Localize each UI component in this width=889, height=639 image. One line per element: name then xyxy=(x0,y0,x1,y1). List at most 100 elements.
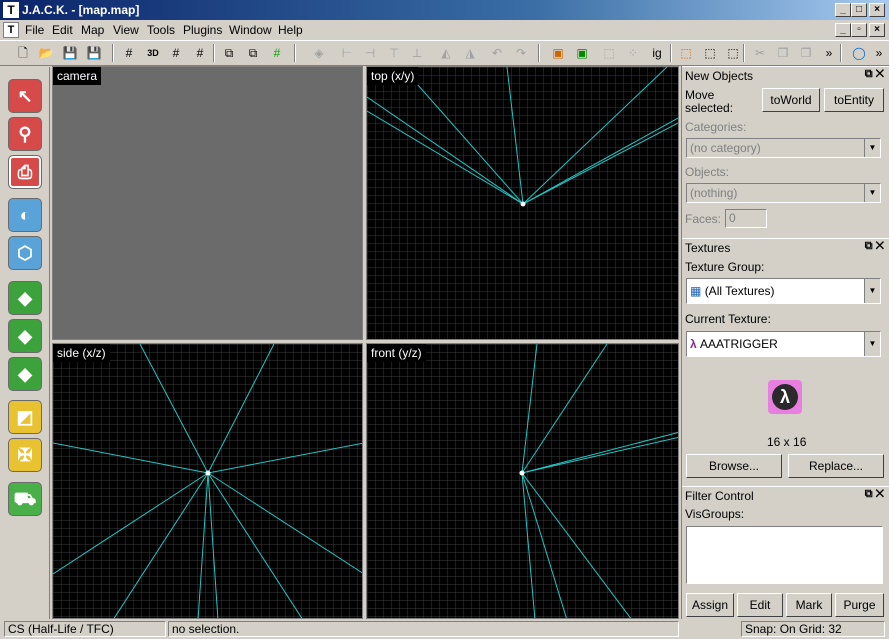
status-bar: CS (Half-Life / TFC) no selection. Snap:… xyxy=(0,619,889,639)
entity-tool-icon[interactable]: ◐ xyxy=(8,198,42,232)
align-right-icon: ⊣ xyxy=(364,46,376,60)
camera-viewport[interactable]: camera xyxy=(52,66,363,340)
current-texture-select[interactable]: λ AAATRIGGER ▼ xyxy=(686,331,881,357)
brush-dashed-icon[interactable]: ⬚ xyxy=(701,44,719,62)
visgroups-list[interactable] xyxy=(686,526,883,584)
chevron-down-icon[interactable]: ▼ xyxy=(864,279,880,303)
group-icon[interactable]: ⧉ xyxy=(220,44,238,62)
faces-stepper: 0 xyxy=(725,209,767,228)
document-icon[interactable]: T xyxy=(3,22,19,38)
menu-map[interactable]: Map xyxy=(81,23,104,37)
new-objects-header: New Objects ⧉ ✕ xyxy=(682,66,889,84)
toolbar-overflow-chevron-icon-2[interactable]: » xyxy=(870,44,888,62)
side-viewport-canvas xyxy=(53,344,362,618)
toolbar-separator xyxy=(112,44,114,62)
menu-file[interactable]: File xyxy=(25,23,44,37)
texture-application-icon[interactable]: ◆ xyxy=(8,281,42,315)
panel-buttons: ⧉ ✕ xyxy=(865,240,884,253)
doc-close-button[interactable]: × xyxy=(869,23,885,37)
title-bar: T J.A.C.K. - [map.map] _ □ × xyxy=(0,0,889,20)
front-viewport[interactable]: front (y/z) xyxy=(366,343,679,619)
select-brushes-icon: ⬚ xyxy=(603,46,615,60)
viewport-label-side: side (x/z) xyxy=(53,344,110,362)
vertex-tool-icon[interactable]: ✠ xyxy=(8,438,42,472)
viewport-label-top: top (x/y) xyxy=(367,67,419,85)
filter-control-header: Filter Control ⧉ ✕ xyxy=(682,486,889,504)
open-file-icon[interactable]: 📂 xyxy=(37,44,55,62)
current-texture-value: AAATRIGGER xyxy=(700,337,778,351)
replace-button[interactable]: Replace... xyxy=(788,454,884,478)
mark-button[interactable]: Mark xyxy=(786,593,832,617)
save-icon[interactable]: 💾 xyxy=(61,44,79,62)
status-selection: no selection. xyxy=(168,621,679,637)
clip-tool-icon[interactable]: ◩ xyxy=(8,400,42,434)
align-top-icon: ⊤ xyxy=(388,46,400,60)
grid-toggle-icon[interactable]: # xyxy=(120,44,138,62)
to-world-button[interactable]: toWorld xyxy=(762,88,820,112)
side-viewport[interactable]: side (x/z) xyxy=(52,343,363,619)
camera-tool-icon[interactable]: ⎙ xyxy=(8,155,42,189)
assign-button[interactable]: Assign xyxy=(686,593,734,617)
menu-tools[interactable]: Tools xyxy=(147,23,175,37)
texture-preview: λ xyxy=(768,380,802,414)
new-objects-title: New Objects xyxy=(685,69,754,83)
ungroup-icon[interactable]: ⧉ xyxy=(244,44,262,62)
texture-lock-icon[interactable]: # xyxy=(268,44,286,62)
menu-view[interactable]: View xyxy=(113,23,139,37)
maximize-button[interactable]: □ xyxy=(851,3,867,17)
brush-box-icon[interactable]: ⬚ xyxy=(677,44,695,62)
flip-horizontal-icon: ◭ xyxy=(441,46,451,60)
cube-icon[interactable]: ⬚ xyxy=(724,44,742,62)
new-file-icon[interactable]: 🗋 xyxy=(14,44,32,62)
grid-smaller-icon[interactable]: # xyxy=(167,44,185,62)
restore-icon[interactable]: ⧉ xyxy=(865,68,873,80)
search-icon[interactable]: ◯ xyxy=(850,44,868,62)
categories-select: (no category) ▼ xyxy=(686,138,881,158)
menu-plugins[interactable]: Plugins xyxy=(183,23,222,37)
magnify-tool-icon[interactable]: ⚲ xyxy=(8,117,42,151)
doc-restore-button[interactable]: ▫ xyxy=(851,23,867,37)
path-tool-icon[interactable]: ⛟ xyxy=(8,482,42,516)
menu-edit[interactable]: Edit xyxy=(52,23,73,37)
grid-larger-icon[interactable]: # xyxy=(191,44,209,62)
browse-button[interactable]: Browse... xyxy=(686,454,782,478)
close-button[interactable]: × xyxy=(869,3,885,17)
selection-tool-icon[interactable]: ↖ xyxy=(8,79,42,113)
chevron-down-icon[interactable]: ▼ xyxy=(864,332,880,356)
paste-icon: ❐ xyxy=(800,46,812,60)
status-snap: Snap: On Grid: 32 xyxy=(741,621,885,637)
right-panel: New Objects ⧉ ✕ Move selected: toWorld t… xyxy=(681,66,889,619)
purge-button[interactable]: Purge xyxy=(835,593,884,617)
toolbar-overflow-chevron-icon[interactable]: » xyxy=(820,44,838,62)
doc-minimize-button[interactable]: _ xyxy=(835,23,851,37)
ig-icon[interactable]: ig xyxy=(648,44,666,62)
close-icon[interactable]: ✕ xyxy=(876,68,884,80)
decal-tool-icon[interactable]: ◆ xyxy=(8,357,42,391)
viewport-label-front: front (y/z) xyxy=(367,344,426,362)
rotate-left-icon: ↶ xyxy=(491,46,503,60)
move-selected-label-2: selected: xyxy=(685,101,734,115)
chevron-down-icon: ▼ xyxy=(864,139,880,157)
toolbar-separator xyxy=(213,44,215,62)
carve-icon[interactable]: ▣ xyxy=(549,44,567,62)
3d-grid-icon[interactable]: 3D xyxy=(144,44,162,62)
texture-group-select[interactable]: ▦ (All Textures) ▼ xyxy=(686,278,881,304)
close-icon[interactable]: ✕ xyxy=(876,240,884,252)
add-object-icon[interactable]: ▣ xyxy=(573,44,591,62)
apply-texture-icon[interactable]: ◆ xyxy=(8,319,42,353)
minimize-button[interactable]: _ xyxy=(835,3,851,17)
categories-value: (no category) xyxy=(690,141,761,155)
restore-icon[interactable]: ⧉ xyxy=(865,240,873,252)
close-icon[interactable]: ✕ xyxy=(876,488,884,500)
to-entity-button[interactable]: toEntity xyxy=(824,88,884,112)
top-viewport[interactable]: top (x/y) xyxy=(366,66,679,340)
edit-button[interactable]: Edit xyxy=(737,593,783,617)
restore-icon[interactable]: ⧉ xyxy=(865,488,873,500)
app-icon[interactable]: T xyxy=(3,2,19,18)
block-tool-icon[interactable]: ⬡ xyxy=(8,236,42,270)
menu-help[interactable]: Help xyxy=(278,23,303,37)
select-vertices-icon: ⁘ xyxy=(627,46,639,60)
objects-value: (nothing) xyxy=(690,186,738,200)
menu-window[interactable]: Window xyxy=(229,23,272,37)
save-as-icon[interactable]: 💾 xyxy=(85,44,103,62)
